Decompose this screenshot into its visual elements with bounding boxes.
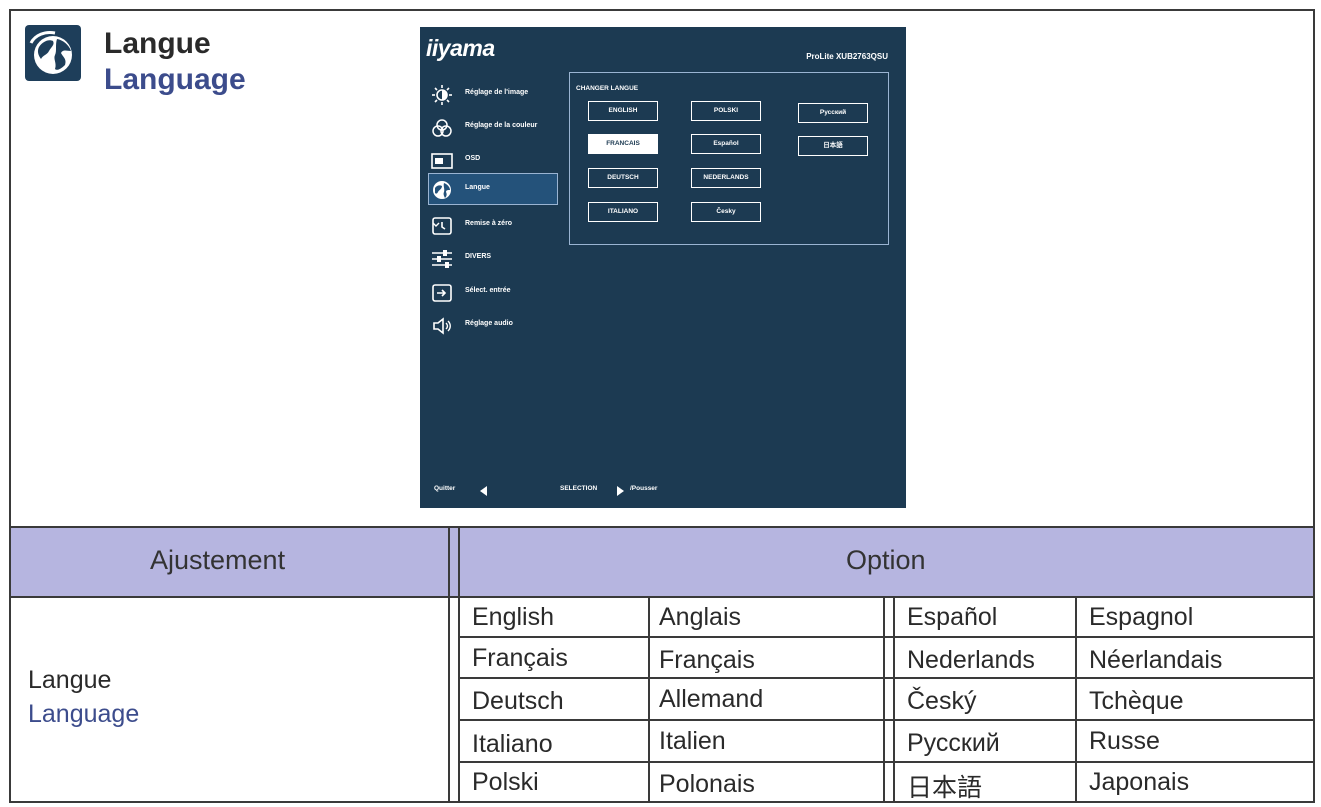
row-divider (458, 677, 1315, 679)
table-cell: Český (907, 687, 977, 715)
footer-quit-label: Quitter (434, 485, 456, 492)
footer-push-label: /Pousser (630, 485, 658, 492)
menu-item-language[interactable]: Langue (428, 173, 558, 205)
left-arrow-icon (480, 486, 487, 496)
table-cell: Español (907, 603, 998, 631)
table-cell: Italien (659, 727, 726, 755)
menu-item-color[interactable]: Réglage de la couleur (429, 112, 559, 142)
menu-item-picture[interactable]: Réglage de l'image (429, 79, 559, 109)
column-divider (648, 598, 650, 803)
table-cell: Русский (907, 729, 1000, 757)
adjust-label-en: Language (28, 700, 140, 728)
osd-icon (431, 153, 453, 169)
lang-option[interactable]: Česky (691, 202, 761, 222)
table-cell: Anglais (659, 603, 741, 631)
column-divider (883, 598, 885, 803)
menu-item-label: Remise à zéro (465, 220, 513, 227)
column-header-adjust: Ajustement (150, 545, 286, 575)
menu-item-label: Langue (465, 184, 490, 191)
sliders-icon (432, 250, 452, 268)
model-name: ProLite XUB2763QSU (806, 52, 888, 61)
lang-option[interactable]: Español (691, 134, 761, 154)
speaker-icon (433, 317, 451, 335)
table-cell: Deutsch (472, 687, 564, 715)
table-cell: Polski (472, 768, 539, 796)
table-cell: English (472, 603, 554, 631)
table-cell: Tchèque (1089, 687, 1184, 715)
lang-option[interactable]: POLSKI (691, 101, 761, 121)
brand-logo: iiyama (426, 35, 495, 61)
lang-option[interactable]: ITALIANO (588, 202, 658, 222)
row-divider (458, 719, 1315, 721)
menu-item-label: OSD (465, 155, 481, 162)
language-panel: CHANGER LANGUE ENGLISH POLSKI Русский FR… (569, 72, 889, 245)
lang-option[interactable]: NEDERLANDS (691, 168, 761, 188)
table-cell: Nederlands (907, 646, 1035, 674)
lang-option[interactable]: 日本語 (798, 136, 868, 156)
menu-item-misc[interactable]: DIVERS (429, 243, 559, 273)
input-icon (432, 284, 452, 302)
table-cell: Japonais (1089, 768, 1190, 796)
globe-icon (25, 25, 81, 81)
lang-option-selected[interactable]: FRANCAIS (588, 134, 658, 154)
table-cell: Espagnol (1089, 603, 1194, 631)
column-divider (448, 528, 450, 803)
table-cell: Italiano (472, 730, 553, 758)
menu-item-label: DIVERS (465, 253, 492, 260)
adjust-label-fr: Langue (28, 666, 112, 694)
right-arrow-icon (617, 486, 624, 496)
row-divider (458, 636, 1315, 638)
lang-option[interactable]: ENGLISH (588, 101, 658, 121)
table-cell: Français (472, 644, 568, 672)
menu-item-label: Sélect. entrée (465, 287, 511, 294)
section-title-en: Language (104, 63, 246, 96)
reset-icon (432, 217, 452, 235)
lang-option[interactable]: Русский (798, 103, 868, 123)
column-divider (893, 598, 895, 803)
column-header-option: Option (846, 545, 926, 575)
osd-screenshot: iiyama ProLite XUB2763QSU Réglage de l'i… (420, 27, 906, 508)
divider (9, 596, 1315, 598)
footer-select-label: SELECTION (560, 485, 598, 492)
table-cell: Polonais (659, 770, 755, 798)
globe-icon (433, 181, 451, 199)
table-cell: Français (659, 646, 755, 674)
row-divider (458, 761, 1315, 763)
column-divider (1075, 598, 1077, 803)
brightness-icon (432, 85, 452, 105)
table-cell: 日本語 (907, 774, 983, 802)
table-cell: Néerlandais (1089, 646, 1223, 674)
section-title-fr: Langue (104, 27, 211, 60)
table-cell: Allemand (659, 685, 764, 713)
color-icon (432, 119, 452, 137)
lang-option[interactable]: DEUTSCH (588, 168, 658, 188)
menu-item-reset[interactable]: Remise à zéro (429, 210, 559, 240)
menu-item-label: Réglage de la couleur (465, 122, 538, 129)
menu-item-osd[interactable]: OSD (429, 145, 559, 175)
menu-item-label: Réglage de l'image (465, 89, 529, 96)
menu-item-input[interactable]: Sélect. entrée (429, 277, 559, 307)
panel-title: CHANGER LANGUE (576, 85, 639, 92)
table-cell: Russe (1089, 727, 1160, 755)
menu-item-label: Réglage audio (465, 320, 513, 327)
menu-item-audio[interactable]: Réglage audio (429, 310, 559, 340)
